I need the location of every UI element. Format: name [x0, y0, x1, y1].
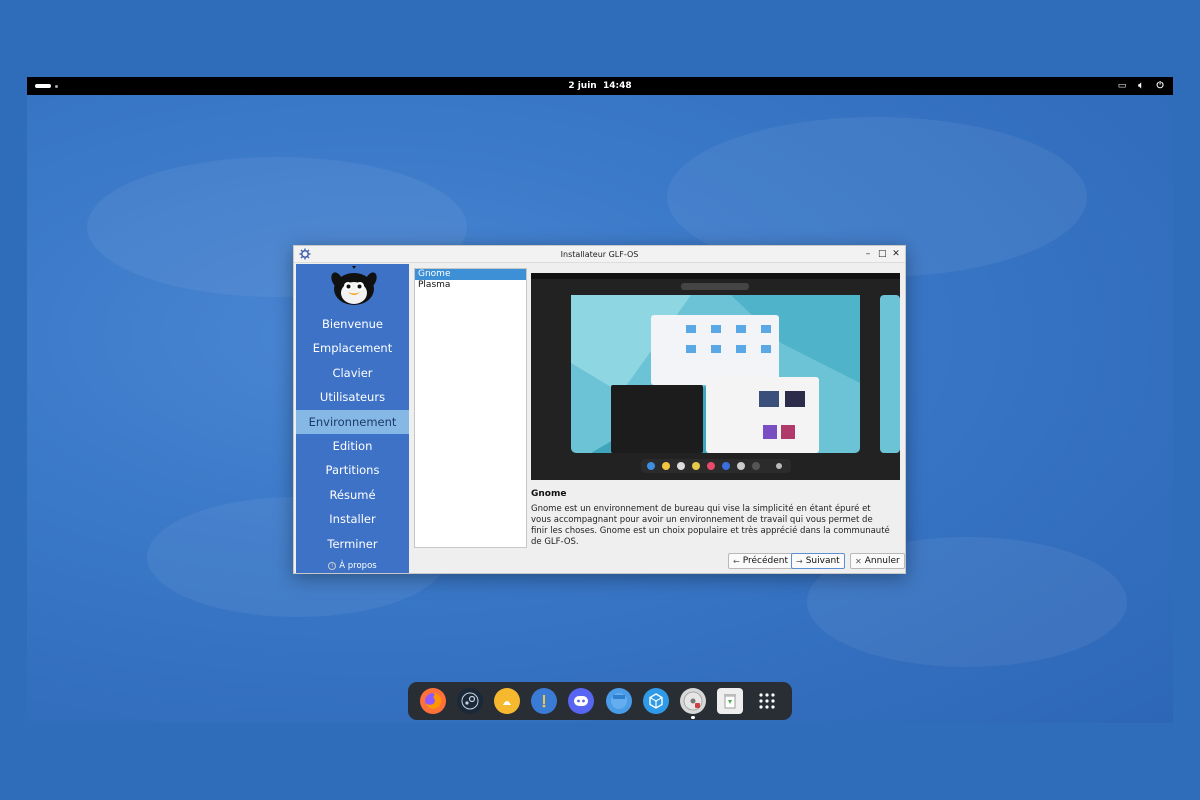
sidebar-item-clavier[interactable]: Clavier: [296, 361, 409, 385]
files-icon[interactable]: [605, 688, 632, 714]
description-text: Gnome est un environnement de bureau qui…: [531, 504, 890, 547]
window-titlebar[interactable]: Installateur GLF-OS – □ ✕: [294, 246, 905, 263]
firefox-icon[interactable]: [419, 688, 446, 714]
discord-icon[interactable]: [568, 688, 595, 714]
previous-button[interactable]: ← Précédent: [728, 553, 793, 569]
list-item-gnome[interactable]: Gnome: [415, 269, 526, 280]
gear-logo-icon: [299, 248, 311, 260]
workspace-indicator-active: [35, 84, 51, 88]
maximize-icon[interactable]: □: [878, 248, 887, 260]
arrow-right-icon: →: [796, 556, 803, 566]
list-item-plasma[interactable]: Plasma: [415, 280, 526, 291]
sidebar-item-emplacement[interactable]: Emplacement: [296, 336, 409, 360]
installer-sidebar: Bienvenue Emplacement Clavier Utilisateu…: [296, 264, 409, 573]
sidebar-item-edition[interactable]: Edition: [296, 434, 409, 458]
clock-date: 2 juin: [568, 81, 597, 91]
installer-window: Installateur GLF-OS – □ ✕ Bienvenue Empl…: [293, 245, 906, 574]
volume-icon[interactable]: 🔈︎: [1136, 81, 1146, 91]
clock-time: 14:48: [603, 81, 632, 91]
installer-disc-icon[interactable]: [679, 688, 706, 719]
system-tray[interactable]: ▭ 🔈︎ ⏻: [1117, 81, 1165, 91]
screen-icon[interactable]: ▭: [1117, 81, 1127, 91]
steam-icon[interactable]: [456, 688, 483, 714]
power-icon[interactable]: ⏻: [1155, 81, 1165, 91]
sidebar-item-terminer[interactable]: Terminer: [296, 532, 409, 556]
environment-preview-image: [531, 273, 900, 480]
sidebar-item-environnement[interactable]: Environnement: [296, 409, 409, 434]
top-bar: 2 juin 14:48 ▭ 🔈︎ ⏻: [27, 77, 1173, 95]
close-small-icon: ✕: [855, 556, 862, 566]
sidebar-item-resume[interactable]: Résumé: [296, 483, 409, 507]
trash-icon[interactable]: [717, 688, 744, 714]
app-grid-icon[interactable]: [754, 688, 780, 714]
close-icon[interactable]: ✕: [892, 248, 900, 260]
sidebar-item-bienvenue[interactable]: Bienvenue: [296, 312, 409, 336]
next-button-label: Suivant: [805, 556, 840, 566]
description-title: Gnome: [531, 489, 567, 499]
next-button[interactable]: → Suivant: [791, 553, 845, 569]
lutris-icon[interactable]: [493, 688, 520, 714]
minimize-icon[interactable]: –: [864, 248, 872, 260]
environment-list[interactable]: Gnome Plasma: [414, 268, 527, 548]
heroic-icon[interactable]: [531, 688, 558, 714]
cancel-button-label: Annuler: [864, 556, 900, 566]
about-label: À propos: [339, 561, 377, 571]
workspace-indicator: [55, 84, 58, 88]
activities-button[interactable]: [35, 84, 58, 88]
previous-button-label: Précédent: [742, 556, 788, 566]
clock[interactable]: 2 juin 14:48: [27, 81, 1173, 91]
sidebar-item-utilisateurs[interactable]: Utilisateurs: [296, 385, 409, 409]
info-icon: i: [328, 562, 337, 570]
arrow-left-icon: ←: [733, 556, 740, 566]
about-button[interactable]: i À propos: [296, 561, 409, 571]
sidebar-item-partitions[interactable]: Partitions: [296, 458, 409, 482]
window-title: Installateur GLF-OS: [560, 249, 639, 259]
sidebar-item-installer[interactable]: Installer: [296, 507, 409, 531]
penguin-mascot-icon: [331, 266, 377, 305]
dock: [408, 682, 792, 720]
protonup-icon[interactable]: [642, 688, 669, 714]
cancel-button[interactable]: ✕ Annuler: [850, 553, 905, 569]
